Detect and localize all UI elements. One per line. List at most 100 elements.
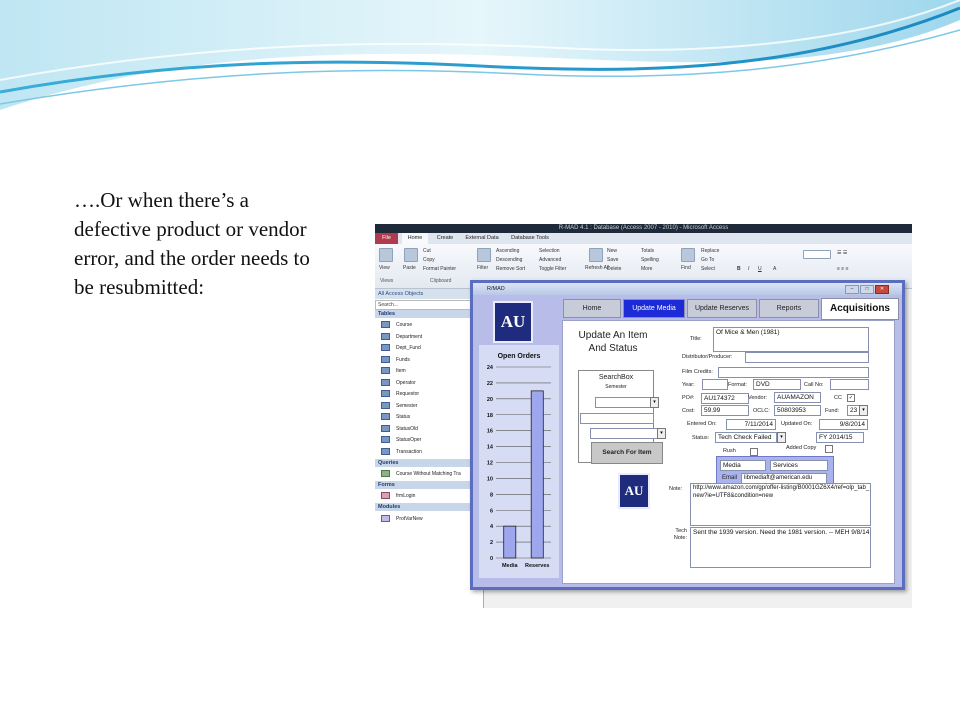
media-field[interactable]: Media: [720, 460, 766, 471]
nav-item[interactable]: Requestor: [381, 390, 419, 398]
find-button[interactable]: Find: [681, 265, 691, 271]
po-label: PO#:: [682, 395, 695, 401]
nav-item[interactable]: Item: [381, 367, 406, 375]
navigation-pane: All Access Objects Search... Tables Cour…: [375, 289, 484, 608]
cc-checkbox[interactable]: ✓: [847, 394, 855, 402]
note-field[interactable]: http://www.amazon.com/gp/offer-listing/B…: [690, 483, 871, 526]
maximize-button[interactable]: □: [860, 285, 874, 294]
y-tick-label: 16: [487, 429, 493, 435]
ascending-button[interactable]: Ascending: [496, 248, 519, 254]
font-size-dropdown[interactable]: [803, 250, 831, 259]
tech-note-field[interactable]: Sent the 1939 version. Need the 1981 ver…: [690, 527, 871, 568]
underline-icon[interactable]: U: [758, 266, 762, 272]
status-dropdown-arrow[interactable]: ▾: [777, 432, 786, 443]
advanced-button[interactable]: Advanced: [539, 257, 561, 263]
film-credits-field[interactable]: [718, 367, 869, 378]
updated-on-field[interactable]: 9/8/2014: [819, 419, 868, 430]
ribbon-tab-external-data[interactable]: External Data: [462, 233, 502, 244]
tab-update-reserves[interactable]: Update Reserves: [687, 299, 757, 318]
search-text-field[interactable]: [580, 413, 654, 424]
distributor-field[interactable]: [745, 352, 869, 363]
ribbon-tab-create[interactable]: Create: [432, 233, 458, 244]
nav-item[interactable]: frmLogin: [381, 491, 415, 500]
nav-item[interactable]: Transaction: [381, 447, 422, 456]
totals-button[interactable]: Totals: [641, 248, 654, 254]
semester-dropdown[interactable]: [595, 397, 655, 408]
call-no-field[interactable]: [830, 379, 869, 390]
status-field[interactable]: Tech Check Failed: [715, 432, 777, 443]
nav-item[interactable]: Course Without Matching Tra: [381, 470, 461, 478]
minimize-button[interactable]: –: [845, 285, 859, 294]
nav-item[interactable]: ProtVarNew: [381, 514, 423, 523]
paste-button[interactable]: Paste: [403, 265, 416, 271]
align-icon[interactable]: ≡ ≡ ≡: [837, 266, 849, 272]
slide-body-text: ….Or when there’s a defective product or…: [74, 188, 310, 299]
search-for-item-button[interactable]: Search For Item: [591, 442, 663, 464]
vendor-field[interactable]: AUAMAZON: [774, 392, 821, 403]
fiscal-year-field[interactable]: FY 2014/15: [816, 432, 864, 443]
go-to-button[interactable]: Go To: [701, 257, 714, 263]
services-field[interactable]: Services: [770, 460, 828, 471]
nav-item[interactable]: Course: [381, 321, 412, 329]
semester-dropdown-arrow[interactable]: ▾: [650, 397, 659, 408]
nav-search-input[interactable]: Search...: [375, 300, 483, 310]
nav-item[interactable]: Operator: [381, 378, 416, 387]
film-credits-label: Film Credits:: [682, 369, 713, 375]
tab-reports[interactable]: Reports: [759, 299, 819, 318]
tab-home[interactable]: Home: [563, 299, 621, 318]
new-record-button[interactable]: New: [607, 248, 617, 254]
toggle-filter-button[interactable]: Toggle Filter: [539, 266, 566, 272]
ribbon-tab-home[interactable]: Home: [402, 233, 428, 244]
cut-button[interactable]: Cut: [423, 248, 431, 254]
nav-header[interactable]: All Access Objects: [375, 289, 483, 299]
delete-record-button[interactable]: Delete: [607, 266, 621, 272]
refresh-all-button[interactable]: Refresh All: [585, 265, 609, 271]
list-icon[interactable]: ☰ ☰: [837, 250, 847, 256]
copy-button[interactable]: Copy: [423, 257, 435, 263]
replace-button[interactable]: Replace: [701, 248, 719, 254]
cost-field[interactable]: 59.99: [701, 405, 749, 416]
selection-button[interactable]: Selection: [539, 248, 560, 254]
ribbon-tab-database-tools[interactable]: Database Tools: [507, 233, 553, 244]
au-logo-small: AU: [618, 473, 650, 509]
format-field[interactable]: DVD: [753, 379, 801, 390]
tab-update-media[interactable]: Update Media: [623, 299, 685, 318]
spelling-button[interactable]: Spelling: [641, 257, 659, 263]
table-icon: [381, 447, 390, 455]
ribbon-tab-file[interactable]: File: [375, 233, 398, 244]
close-button[interactable]: ✕: [875, 285, 889, 294]
more-button[interactable]: More: [641, 266, 652, 272]
nav-item[interactable]: StatusOper: [381, 436, 421, 444]
entered-on-field[interactable]: 7/11/2014: [726, 419, 776, 430]
nav-item[interactable]: Status: [381, 413, 410, 421]
italic-icon[interactable]: I: [748, 266, 749, 272]
font-color-icon[interactable]: A: [773, 266, 776, 272]
nav-item[interactable]: Semester: [381, 401, 417, 410]
save-record-button[interactable]: Save: [607, 257, 618, 263]
nav-item[interactable]: Funds: [381, 355, 410, 364]
nav-item[interactable]: Dept_Fund: [381, 344, 421, 352]
oclc-field[interactable]: 50803953: [774, 405, 821, 416]
title-field[interactable]: Of Mice & Men (1981): [713, 327, 869, 352]
bold-icon[interactable]: B: [737, 266, 741, 272]
nav-group-forms[interactable]: Forms: [375, 481, 483, 489]
po-field[interactable]: AU174372: [701, 393, 749, 404]
year-field[interactable]: [702, 379, 728, 390]
select-button[interactable]: Select: [701, 266, 715, 272]
rush-checkbox[interactable]: [750, 448, 758, 456]
nav-item[interactable]: Department: [381, 332, 422, 341]
item-dropdown-arrow[interactable]: ▾: [657, 428, 666, 439]
nav-item[interactable]: StatusOld: [381, 424, 418, 433]
chart-title: Open Orders: [498, 353, 541, 360]
format-painter-button[interactable]: Format Painter: [423, 266, 456, 272]
filter-button[interactable]: Filter: [477, 265, 488, 271]
nav-group-modules[interactable]: Modules: [375, 503, 483, 511]
view-button[interactable]: View: [379, 265, 390, 271]
descending-button[interactable]: Descending: [496, 257, 522, 263]
remove-sort-button[interactable]: Remove Sort: [496, 266, 525, 272]
added-copy-checkbox[interactable]: [825, 445, 833, 453]
nav-group-tables[interactable]: Tables: [375, 310, 483, 318]
fund-dropdown-arrow[interactable]: ▾: [859, 405, 868, 416]
item-dropdown[interactable]: [590, 428, 660, 439]
nav-group-queries[interactable]: Queries: [375, 459, 483, 467]
